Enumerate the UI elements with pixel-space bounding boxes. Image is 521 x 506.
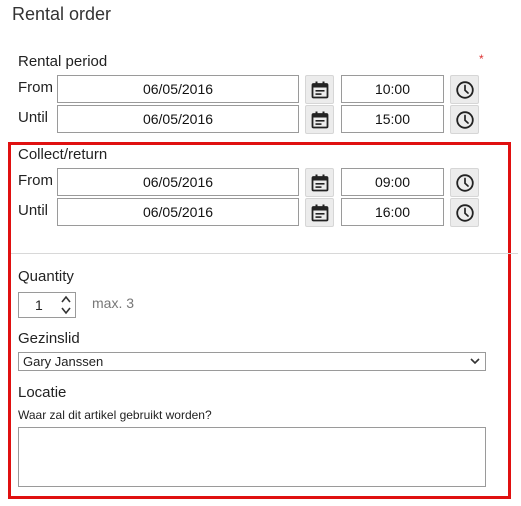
- collect-until-time-input[interactable]: 16:00: [341, 198, 444, 226]
- rental-until-label: Until: [18, 109, 49, 126]
- collect-from-calendar-button[interactable]: [305, 168, 334, 197]
- rental-from-date-input[interactable]: 06/05/2016: [57, 75, 299, 103]
- section-divider: [11, 253, 518, 254]
- quantity-max-text: max. 3: [92, 295, 135, 311]
- locatie-label: Locatie: [18, 384, 67, 401]
- collect-until-label: Until: [18, 202, 49, 219]
- collect-from-label: From: [18, 172, 53, 189]
- page-title: Rental order: [12, 4, 112, 24]
- rental-until-clock-button[interactable]: [450, 105, 479, 134]
- calendar-icon: [311, 111, 329, 129]
- collect-from-date-input[interactable]: 06/05/2016: [57, 168, 299, 196]
- stepper-arrows-icon[interactable]: [60, 294, 72, 316]
- collect-from-time-input[interactable]: 09:00: [341, 168, 444, 196]
- rental-from-label: From: [18, 79, 53, 96]
- clock-icon: [456, 81, 474, 99]
- clock-icon: [456, 174, 474, 192]
- quantity-value: 1: [35, 297, 43, 313]
- chevron-down-icon: [470, 358, 480, 365]
- calendar-icon: [311, 174, 329, 192]
- calendar-icon: [311, 204, 329, 222]
- rental-until-calendar-button[interactable]: [305, 105, 334, 134]
- rental-from-time-input[interactable]: 10:00: [341, 75, 444, 103]
- rental-from-calendar-button[interactable]: [305, 75, 334, 104]
- clock-icon: [456, 111, 474, 129]
- rental-from-clock-button[interactable]: [450, 75, 479, 104]
- collect-until-date-input[interactable]: 06/05/2016: [57, 198, 299, 226]
- calendar-icon: [311, 81, 329, 99]
- collect-return-label: Collect/return: [18, 146, 108, 163]
- rental-until-date-input[interactable]: 06/05/2016: [57, 105, 299, 133]
- required-marker: *: [479, 52, 484, 66]
- gezinslid-selected-value: Gary Janssen: [23, 354, 104, 369]
- collect-until-calendar-button[interactable]: [305, 198, 334, 227]
- collect-from-clock-button[interactable]: [450, 168, 479, 197]
- quantity-label: Quantity: [18, 268, 74, 285]
- quantity-stepper[interactable]: 1: [18, 292, 76, 318]
- rental-period-label: Rental period: [18, 53, 108, 70]
- gezinslid-select[interactable]: Gary Janssen: [18, 352, 486, 371]
- rental-until-time-input[interactable]: 15:00: [341, 105, 444, 133]
- gezinslid-label: Gezinslid: [18, 330, 80, 347]
- locatie-textarea[interactable]: [18, 427, 486, 487]
- collect-until-clock-button[interactable]: [450, 198, 479, 227]
- clock-icon: [456, 204, 474, 222]
- locatie-hint: Waar zal dit artikel gebruikt worden?: [18, 408, 212, 422]
